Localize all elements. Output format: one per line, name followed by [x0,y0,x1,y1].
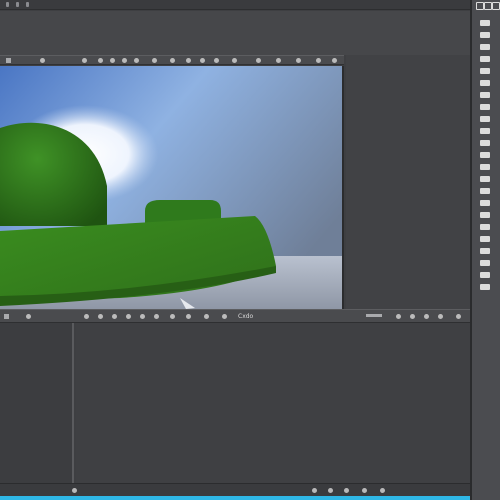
viewport-header [0,55,344,65]
shading-icon[interactable] [82,58,87,63]
render-icon[interactable] [204,314,209,319]
tool-icon[interactable] [480,272,490,278]
tool-icon[interactable] [480,248,490,254]
camera-icon[interactable] [154,314,159,319]
gear-icon[interactable] [140,314,145,319]
tool-list [480,20,490,490]
window-icon[interactable] [476,2,484,10]
window-icon[interactable] [484,2,492,10]
timeline-channel-list [0,323,74,483]
scale-icon[interactable] [480,44,490,50]
tool-icon[interactable] [480,140,490,146]
viewport-menu-icon[interactable] [6,58,11,63]
timeline-header: Cxdo [0,309,470,323]
gizmo-icon[interactable] [296,58,301,63]
tool-icon[interactable] [480,152,490,158]
status-icon [72,488,77,493]
tool-icon[interactable] [480,212,490,218]
render-icon[interactable] [222,314,227,319]
overlay-icon[interactable] [152,58,157,63]
shading-icon[interactable] [110,58,115,63]
gizmo-icon[interactable] [316,58,321,63]
upper-panel [0,11,470,55]
editor-type-icon[interactable] [4,314,9,319]
dot-icon[interactable] [410,314,415,319]
status-icon [344,488,349,493]
play-icon[interactable] [84,314,89,319]
move-icon[interactable] [480,20,490,26]
tool-icon[interactable] [480,200,490,206]
window-icon[interactable] [492,2,500,10]
top-menubar [0,0,500,10]
key-icon[interactable] [112,314,117,319]
tool-icon[interactable] [480,164,490,170]
status-icon [362,488,367,493]
tool-strip-header [474,2,500,10]
shading-icon[interactable] [122,58,127,63]
dot-icon[interactable] [396,314,401,319]
layers-icon[interactable] [480,92,490,98]
overlay-icon[interactable] [170,58,175,63]
overlay-icon[interactable] [232,58,237,63]
gizmo-icon[interactable] [276,58,281,63]
view-icon[interactable] [40,58,45,63]
tool-icon[interactable] [480,260,490,266]
tool-icon[interactable] [480,176,490,182]
shading-icon[interactable] [134,58,139,63]
menu-tick[interactable] [6,2,9,7]
eraser-icon[interactable] [480,80,490,86]
scene-render [0,66,342,309]
brush-icon[interactable] [480,68,490,74]
tool-icon[interactable] [480,224,490,230]
menu-tick[interactable] [16,2,19,7]
overlay-icon[interactable] [214,58,219,63]
status-icon [380,488,385,493]
render-icon[interactable] [170,314,175,319]
close-icon[interactable] [456,314,461,319]
tool-icon[interactable] [480,116,490,122]
slider-handle[interactable] [366,314,382,317]
dot-icon[interactable] [438,314,443,319]
gizmo-icon[interactable] [256,58,261,63]
tool-icon[interactable] [480,284,490,290]
timeline-label[interactable]: Cxdo [238,313,253,321]
select-icon[interactable] [480,56,490,62]
rotate-icon[interactable] [480,32,490,38]
accent-bar [0,496,500,500]
status-icon [312,488,317,493]
dot-icon[interactable] [424,314,429,319]
close-icon[interactable] [332,58,337,63]
overlay-icon[interactable] [200,58,205,63]
tool-icon[interactable] [480,236,490,242]
3d-viewport[interactable] [0,66,344,309]
shading-icon[interactable] [98,58,103,63]
properties-panel [346,55,470,309]
timeline-area[interactable] [76,323,470,483]
tool-icon[interactable] [480,188,490,194]
status-icon [328,488,333,493]
render-icon[interactable] [186,314,191,319]
step-icon[interactable] [98,314,103,319]
menu-icon[interactable] [26,314,31,319]
camera-icon[interactable] [480,104,490,110]
loop-icon[interactable] [126,314,131,319]
overlay-icon[interactable] [186,58,191,63]
menu-tick[interactable] [26,2,29,7]
tool-icon[interactable] [480,128,490,134]
